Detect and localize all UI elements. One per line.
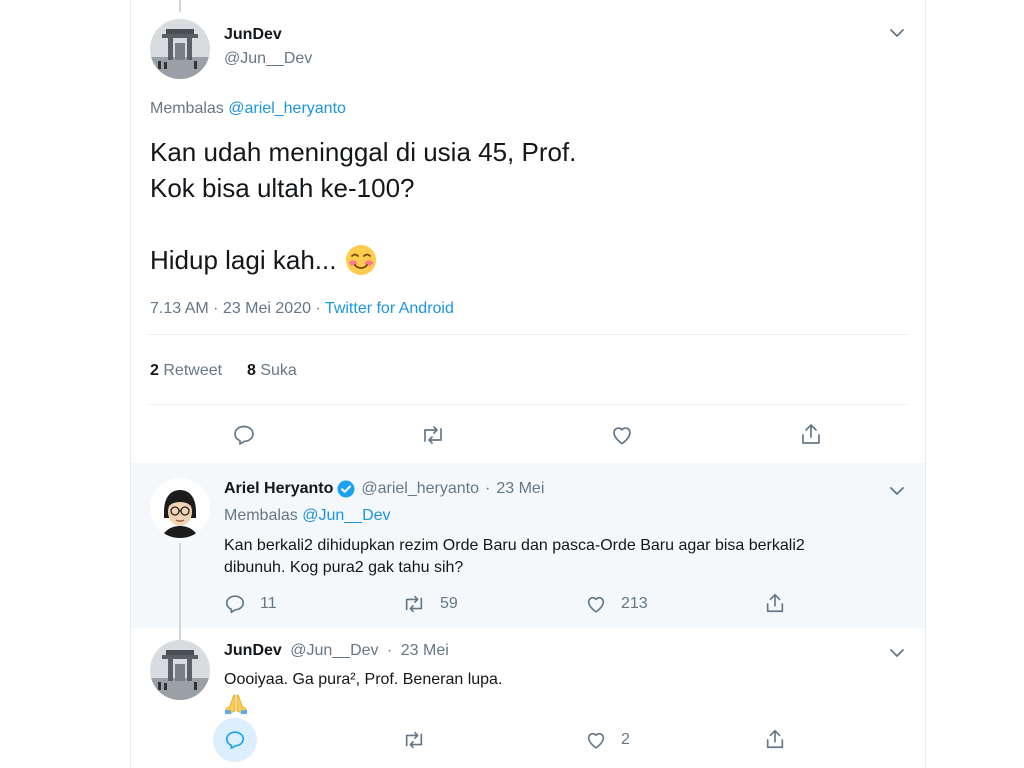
replying-prefix: Membalas	[150, 100, 224, 117]
retweet-button[interactable]	[420, 423, 446, 447]
replying-prefix: Membalas	[224, 507, 298, 524]
share-icon	[766, 593, 784, 613]
tweet-text-line: Kan berkali2 dihidupkan rezim Orde Baru …	[224, 537, 805, 554]
tweet-text-line: Oooiyaa. Ga pura², Prof. Beneran lupa.	[224, 671, 503, 688]
tweet-date[interactable]: 23 Mei	[496, 480, 544, 498]
chevron-down-icon[interactable]	[888, 482, 906, 500]
retweet-count[interactable]: 2	[150, 362, 159, 379]
like-icon	[613, 427, 631, 445]
share-button[interactable]	[799, 422, 823, 446]
share-icon	[802, 424, 820, 444]
author-name[interactable]: JunDev	[224, 642, 282, 659]
author-handle[interactable]: @ariel_heryanto	[361, 480, 479, 498]
like-button[interactable]: 2	[585, 729, 630, 751]
divider	[149, 334, 907, 335]
avatar[interactable]	[150, 19, 210, 79]
reply-button-active[interactable]	[213, 718, 257, 762]
retweet-label[interactable]: Retweet	[163, 362, 222, 379]
like-icon	[587, 732, 605, 749]
replying-to: Membalas @ariel_heryanto	[150, 100, 346, 118]
reply-header: JunDev @Jun__Dev · 23 Mei	[224, 642, 449, 660]
verified-badge-icon	[337, 480, 355, 498]
retweet-icon	[405, 595, 423, 613]
reply-icon	[225, 595, 245, 614]
like-icon	[587, 596, 605, 613]
divider	[149, 404, 907, 405]
like-button[interactable]	[610, 423, 634, 447]
like-label[interactable]: Suka	[260, 362, 296, 379]
reply-button[interactable]	[232, 423, 256, 447]
author-name[interactable]: Ariel Heryanto	[224, 480, 333, 498]
tweet-text-line: Kok bisa ultah ke-100?	[150, 173, 415, 203]
avatar[interactable]	[150, 478, 210, 538]
emoji-pray-icon	[224, 693, 248, 715]
like-button[interactable]: 213	[585, 593, 648, 615]
reply-header: Ariel Heryanto @ariel_heryanto · 23 Mei	[224, 480, 544, 498]
reply-icon	[225, 731, 245, 750]
tweet-timestamp: 7.13 AM · 23 Mei 2020 · Twitter for Andr…	[150, 300, 454, 318]
tweet-thread: JunDev @Jun__Dev Membalas @ariel_heryant…	[130, 0, 926, 768]
retweet-icon	[424, 426, 442, 444]
reply-button[interactable]: 11	[224, 593, 277, 615]
chevron-down-icon[interactable]	[888, 24, 906, 42]
separator-dot: ·	[387, 642, 393, 659]
replying-to-link[interactable]: @Jun__Dev	[302, 507, 390, 524]
tweet-text-line3: Hidup lagi kah...	[150, 245, 337, 275]
reply-count: 11	[260, 595, 277, 612]
replying-to: Membalas @Jun__Dev	[224, 507, 391, 525]
tweet-text-line: Kan udah meninggal di usia 45, Prof.	[150, 137, 577, 167]
share-button[interactable]	[764, 592, 786, 614]
retweet-count: 59	[440, 595, 458, 612]
tweet-text: Kan udah meninggal di usia 45, Prof. Kok…	[150, 134, 576, 278]
retweet-button[interactable]: 59	[402, 593, 458, 615]
chevron-down-icon[interactable]	[888, 644, 906, 662]
author-handle[interactable]: @Jun__Dev	[224, 50, 312, 68]
share-icon	[766, 729, 784, 749]
like-count[interactable]: 8	[247, 362, 256, 379]
engagement-stats: 2 Retweet 8 Suka	[150, 362, 297, 380]
retweet-button[interactable]	[402, 729, 426, 751]
tweet-text-line: Hidup lagi kah...	[150, 242, 576, 278]
tweet-text: Kan berkali2 dihidupkan rezim Orde Baru …	[224, 535, 805, 579]
separator-dot: ·	[485, 480, 491, 497]
tweet-text: Oooiyaa. Ga pura², Prof. Beneran lupa.	[224, 669, 502, 691]
avatar[interactable]	[150, 640, 210, 700]
author-name[interactable]: JunDev	[224, 26, 282, 44]
reply-icon	[234, 425, 254, 445]
thread-line-top	[179, 0, 181, 12]
retweet-icon	[405, 731, 423, 749]
share-button[interactable]	[764, 728, 786, 750]
author-handle[interactable]: @Jun__Dev	[290, 642, 378, 659]
timestamp-text[interactable]: 7.13 AM · 23 Mei 2020 ·	[150, 300, 325, 317]
replying-to-link[interactable]: @ariel_heryanto	[228, 100, 346, 117]
tweet-date[interactable]: 23 Mei	[401, 642, 449, 659]
tweet-text-line: dibunuh. Kog pura2 gak tahu sih?	[224, 559, 464, 576]
emoji-smile-icon	[344, 243, 378, 277]
source-link[interactable]: Twitter for Android	[325, 300, 454, 317]
like-count: 2	[621, 731, 630, 748]
like-count: 213	[621, 595, 648, 612]
